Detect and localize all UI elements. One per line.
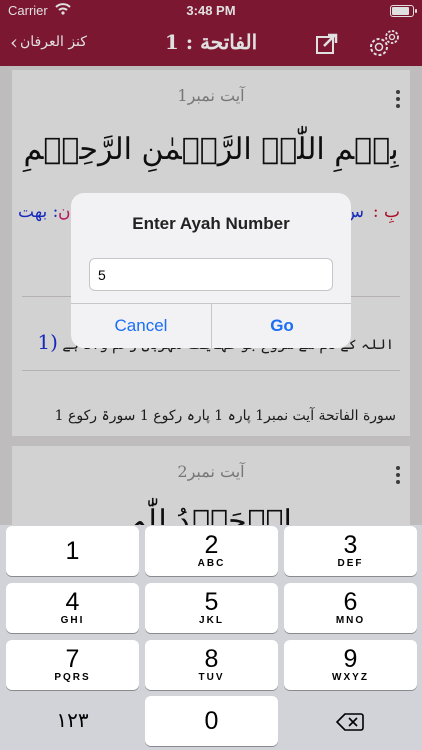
numeral-switch-key[interactable]: ۱۲۳ — [6, 696, 139, 746]
key-2[interactable]: 2 ABC — [145, 526, 278, 576]
numeral-switch-label: ۱۲۳ — [56, 708, 89, 732]
key-digit: 1 — [65, 537, 80, 565]
key-3[interactable]: 3 DEF — [284, 526, 417, 576]
key-letters: GHI — [60, 615, 85, 626]
key-1[interactable]: 1 — [6, 526, 139, 576]
key-4[interactable]: 4 GHI — [6, 583, 139, 633]
key-digit: 6 — [343, 588, 358, 616]
key-0[interactable]: 0 — [145, 696, 278, 746]
key-letters: MNO — [335, 615, 366, 626]
go-button[interactable]: Go — [212, 304, 351, 348]
key-digit: 3 — [343, 531, 358, 559]
key-7[interactable]: 7 PQRS — [6, 640, 139, 690]
key-digit: 0 — [204, 707, 219, 735]
key-digit: 2 — [204, 531, 219, 559]
dialog-title: Enter Ayah Number — [132, 214, 290, 233]
key-5[interactable]: 5 JKL — [145, 583, 278, 633]
delete-key[interactable] — [284, 696, 417, 746]
key-letters: WXYZ — [332, 672, 369, 683]
key-digit: 9 — [343, 645, 358, 673]
cancel-button[interactable]: Cancel — [71, 304, 211, 348]
ayah-number-dialog: Enter Ayah Number Cancel Go — [71, 193, 351, 348]
ayah-number-input[interactable] — [89, 258, 333, 291]
key-letters: ABC — [197, 558, 226, 569]
key-letters: PQRS — [54, 672, 91, 683]
key-letters: JKL — [199, 615, 224, 626]
key-8[interactable]: 8 TUV — [145, 640, 278, 690]
key-9[interactable]: 9 WXYZ — [284, 640, 417, 690]
key-digit: 5 — [204, 588, 219, 616]
key-digit: 4 — [65, 588, 80, 616]
key-digit: 7 — [65, 645, 80, 673]
key-letters: DEF — [337, 558, 364, 569]
numeric-keypad: 1 2 ABC 3 DEF 4 GHI 5 JKL 6 MNO 7 PQRS 8 TUV 9W… — [0, 525, 422, 750]
key-letters: TUV — [198, 672, 225, 683]
delete-icon — [336, 713, 364, 731]
key-6[interactable]: 6 MNO — [284, 583, 417, 633]
key-digit: 8 — [204, 645, 219, 673]
